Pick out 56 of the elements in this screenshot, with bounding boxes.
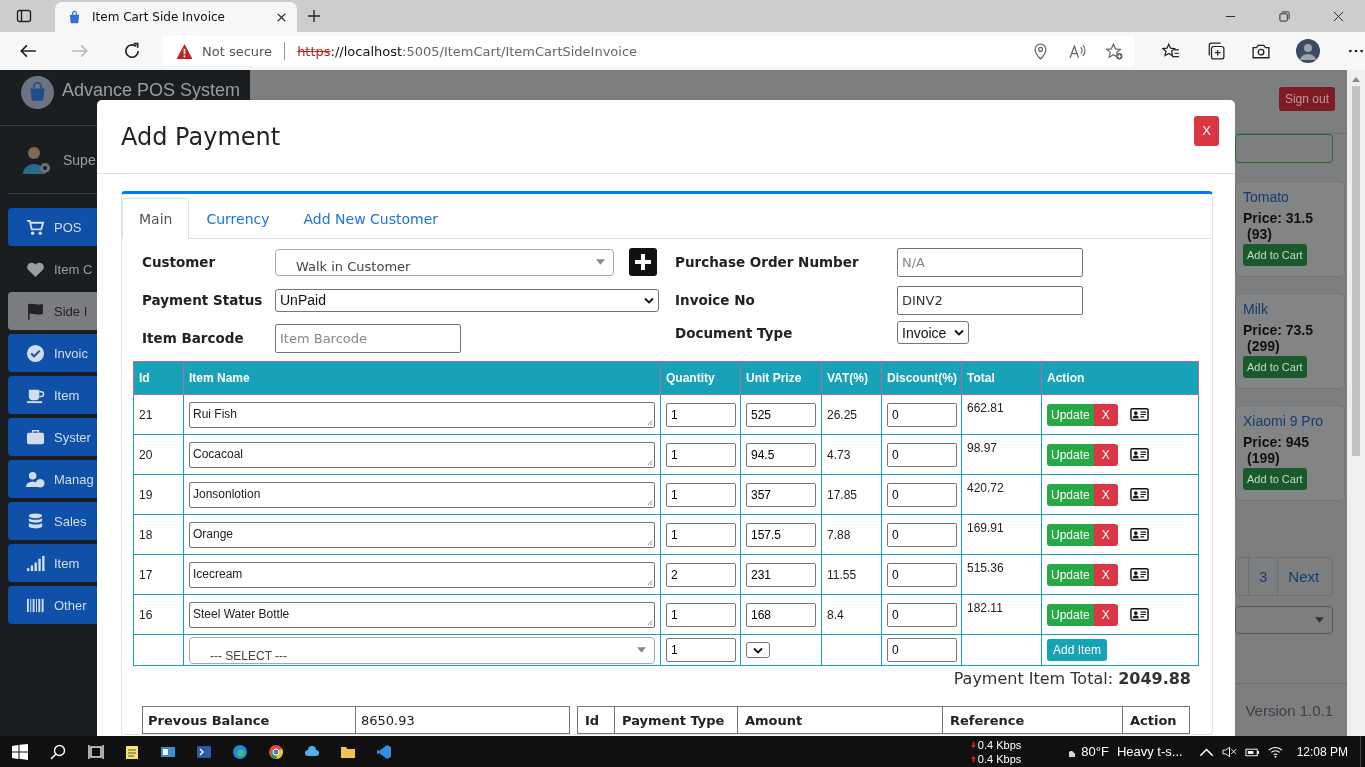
table-cell: 17 <box>133 554 184 595</box>
product-stock: (299) <box>1246 338 1280 354</box>
field-label: Payment Status <box>142 292 264 308</box>
payment-total: Payment Item Total: 2049.88 <box>953 669 1191 688</box>
table-cell: 4.73 <box>821 434 882 475</box>
product-stock: (93) <box>1246 226 1272 242</box>
column-header: Discount(%) <box>881 361 962 395</box>
table-cell: 18 <box>133 514 184 555</box>
column-header: Action <box>1122 706 1190 734</box>
column-header: Action <box>1041 361 1199 395</box>
field-label: Purchase Order Number <box>675 254 860 270</box>
column-header: Id <box>577 706 615 734</box>
table-cell: 17.85 <box>821 474 882 515</box>
balance-value: 8650.93 <box>355 706 570 734</box>
table-cell: 16 <box>133 594 184 635</box>
field-label: Customer <box>142 254 217 270</box>
product-price: Price: 945 <box>1243 434 1310 450</box>
table-cell: 8.4 <box>821 594 882 635</box>
product-stock: (199) <box>1246 450 1280 466</box>
table-cell: 26.25 <box>821 394 882 435</box>
column-header: VAT(%) <box>821 361 882 395</box>
upload-speed: 0.4 Kbps <box>970 751 1022 766</box>
column-header: Reference <box>942 706 1123 734</box>
field-label: Invoice No <box>675 292 756 308</box>
table-cell: 420.72 <box>961 474 1042 515</box>
version-text: Version 1.0.1 <box>1245 701 1333 719</box>
table-cell: 662.81 <box>961 394 1042 435</box>
table-cell: 169.91 <box>961 514 1042 555</box>
temperature: 80°F <box>1081 744 1109 759</box>
table-cell: 515.36 <box>961 554 1042 595</box>
column-header: Total <box>961 361 1042 395</box>
table-cell: 182.11 <box>961 594 1042 635</box>
field-label: Document Type <box>675 324 794 341</box>
download-speed: 0.4 Kbps <box>970 737 1022 752</box>
product-price: Price: 73.5 <box>1243 322 1314 338</box>
table-cell: 7.88 <box>821 514 882 555</box>
url-text: https://localhost:5005/ItemCart/ItemCartSideInvoice <box>297 43 638 59</box>
dialog-title: Add Payment <box>121 122 282 151</box>
user-name: Supe <box>63 151 96 168</box>
column-header: Unit Prize <box>740 361 822 395</box>
column-header: Payment Type <box>614 706 738 734</box>
table-cell: 21 <box>133 394 184 435</box>
column-header: Amount <box>737 706 943 734</box>
column-header: Id <box>133 361 184 395</box>
security-label: Not secure <box>202 43 273 59</box>
weather-text: Heavy t-s... <box>1116 744 1183 759</box>
table-cell: 98.97 <box>961 434 1042 475</box>
product-price: Price: 31.5 <box>1243 210 1314 226</box>
brand-name: Advance POS System <box>62 80 241 100</box>
table-cell: 19 <box>133 474 184 515</box>
field-label: Item Barcode <box>142 330 245 346</box>
column-header: Quantity <box>660 361 741 395</box>
column-header: Item Name <box>183 361 661 395</box>
balance-label: Prevous Balance <box>142 706 356 734</box>
table-cell: 20 <box>133 434 184 475</box>
table-cell: 11.55 <box>821 554 882 595</box>
